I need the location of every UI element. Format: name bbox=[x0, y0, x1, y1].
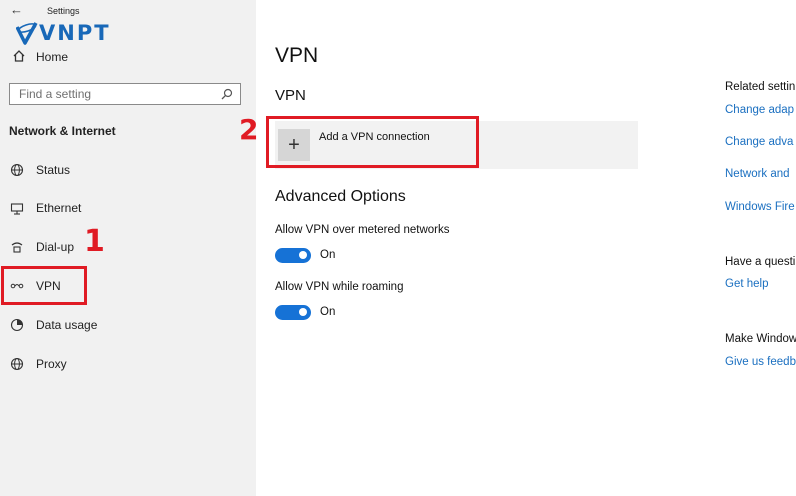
feedback-heading: Make Window bbox=[725, 333, 796, 345]
sidebar-item-ethernet[interactable]: Ethernet bbox=[9, 198, 81, 218]
home-nav-item[interactable]: Home bbox=[12, 48, 68, 66]
roaming-toggle-row: On bbox=[275, 304, 335, 320]
globe-icon bbox=[9, 163, 25, 177]
vpn-highlight-box bbox=[1, 266, 87, 305]
globe-icon bbox=[9, 357, 25, 371]
toggle-knob bbox=[299, 308, 307, 316]
advanced-options-title: Advanced Options bbox=[275, 188, 406, 205]
roaming-label: Allow VPN while roaming bbox=[275, 281, 404, 293]
search-icon[interactable] bbox=[220, 87, 234, 101]
home-icon bbox=[12, 49, 32, 66]
toggle-state-label: On bbox=[320, 306, 336, 318]
data-usage-icon bbox=[9, 318, 25, 332]
sidebar-item-dial-up[interactable]: Dial-up bbox=[9, 237, 74, 257]
related-link-firewall[interactable]: Windows Fire bbox=[725, 201, 795, 213]
page-title: VPN bbox=[275, 44, 319, 67]
vnpt-logo: VNPT bbox=[16, 20, 111, 46]
dial-up-icon bbox=[9, 240, 25, 254]
sidebar-item-label: Dial-up bbox=[36, 240, 75, 254]
back-arrow-icon[interactable]: ← bbox=[10, 3, 23, 17]
question-heading: Have a questi bbox=[725, 256, 796, 268]
roaming-toggle[interactable] bbox=[275, 304, 311, 320]
sidebar-item-label: Data usage bbox=[36, 318, 98, 332]
settings-window: ← Settings VNPT Home Network & Internet bbox=[0, 0, 796, 496]
section-title: Network & Internet bbox=[9, 124, 116, 138]
home-label: Home bbox=[36, 50, 69, 64]
sidebar-item-proxy[interactable]: Proxy bbox=[9, 354, 67, 374]
related-link-adapter[interactable]: Change adap bbox=[725, 104, 794, 116]
related-settings-column: Related settin Change adap Change adva N… bbox=[725, 0, 796, 496]
sidebar-item-status[interactable]: Status bbox=[9, 160, 70, 180]
main-content: VPN VPN + Add a VPN connection 2 Advance… bbox=[239, 0, 796, 496]
window-title: Settings bbox=[47, 6, 80, 16]
get-help-link[interactable]: Get help bbox=[725, 278, 768, 290]
sidebar: ← Settings VNPT Home Network & Internet bbox=[0, 0, 256, 496]
sidebar-item-label: Status bbox=[36, 163, 71, 177]
ethernet-icon bbox=[9, 201, 25, 215]
related-settings-heading: Related settin bbox=[725, 81, 796, 93]
related-link-advanced[interactable]: Change adva bbox=[725, 136, 793, 148]
give-feedback-link[interactable]: Give us feedb bbox=[725, 356, 796, 368]
sidebar-item-data-usage[interactable]: Data usage bbox=[9, 315, 97, 335]
vnpt-swoosh-icon bbox=[16, 22, 38, 45]
sidebar-item-label: Proxy bbox=[36, 357, 67, 371]
related-link-network[interactable]: Network and bbox=[725, 168, 790, 180]
vnpt-logo-text: VNPT bbox=[39, 21, 111, 45]
toggle-knob bbox=[299, 251, 307, 259]
search-input[interactable] bbox=[10, 84, 210, 104]
vpn-section-title: VPN bbox=[275, 87, 306, 104]
search-box[interactable] bbox=[9, 83, 241, 105]
metered-networks-toggle-row: On bbox=[275, 247, 335, 263]
metered-networks-label: Allow VPN over metered networks bbox=[275, 224, 450, 236]
metered-networks-toggle[interactable] bbox=[275, 247, 311, 263]
add-vpn-highlight-box bbox=[266, 116, 479, 168]
sidebar-item-label: Ethernet bbox=[36, 201, 82, 215]
toggle-state-label: On bbox=[320, 249, 336, 261]
step-1-badge: 1 bbox=[84, 224, 105, 259]
step-2-badge: 2 bbox=[239, 113, 259, 146]
